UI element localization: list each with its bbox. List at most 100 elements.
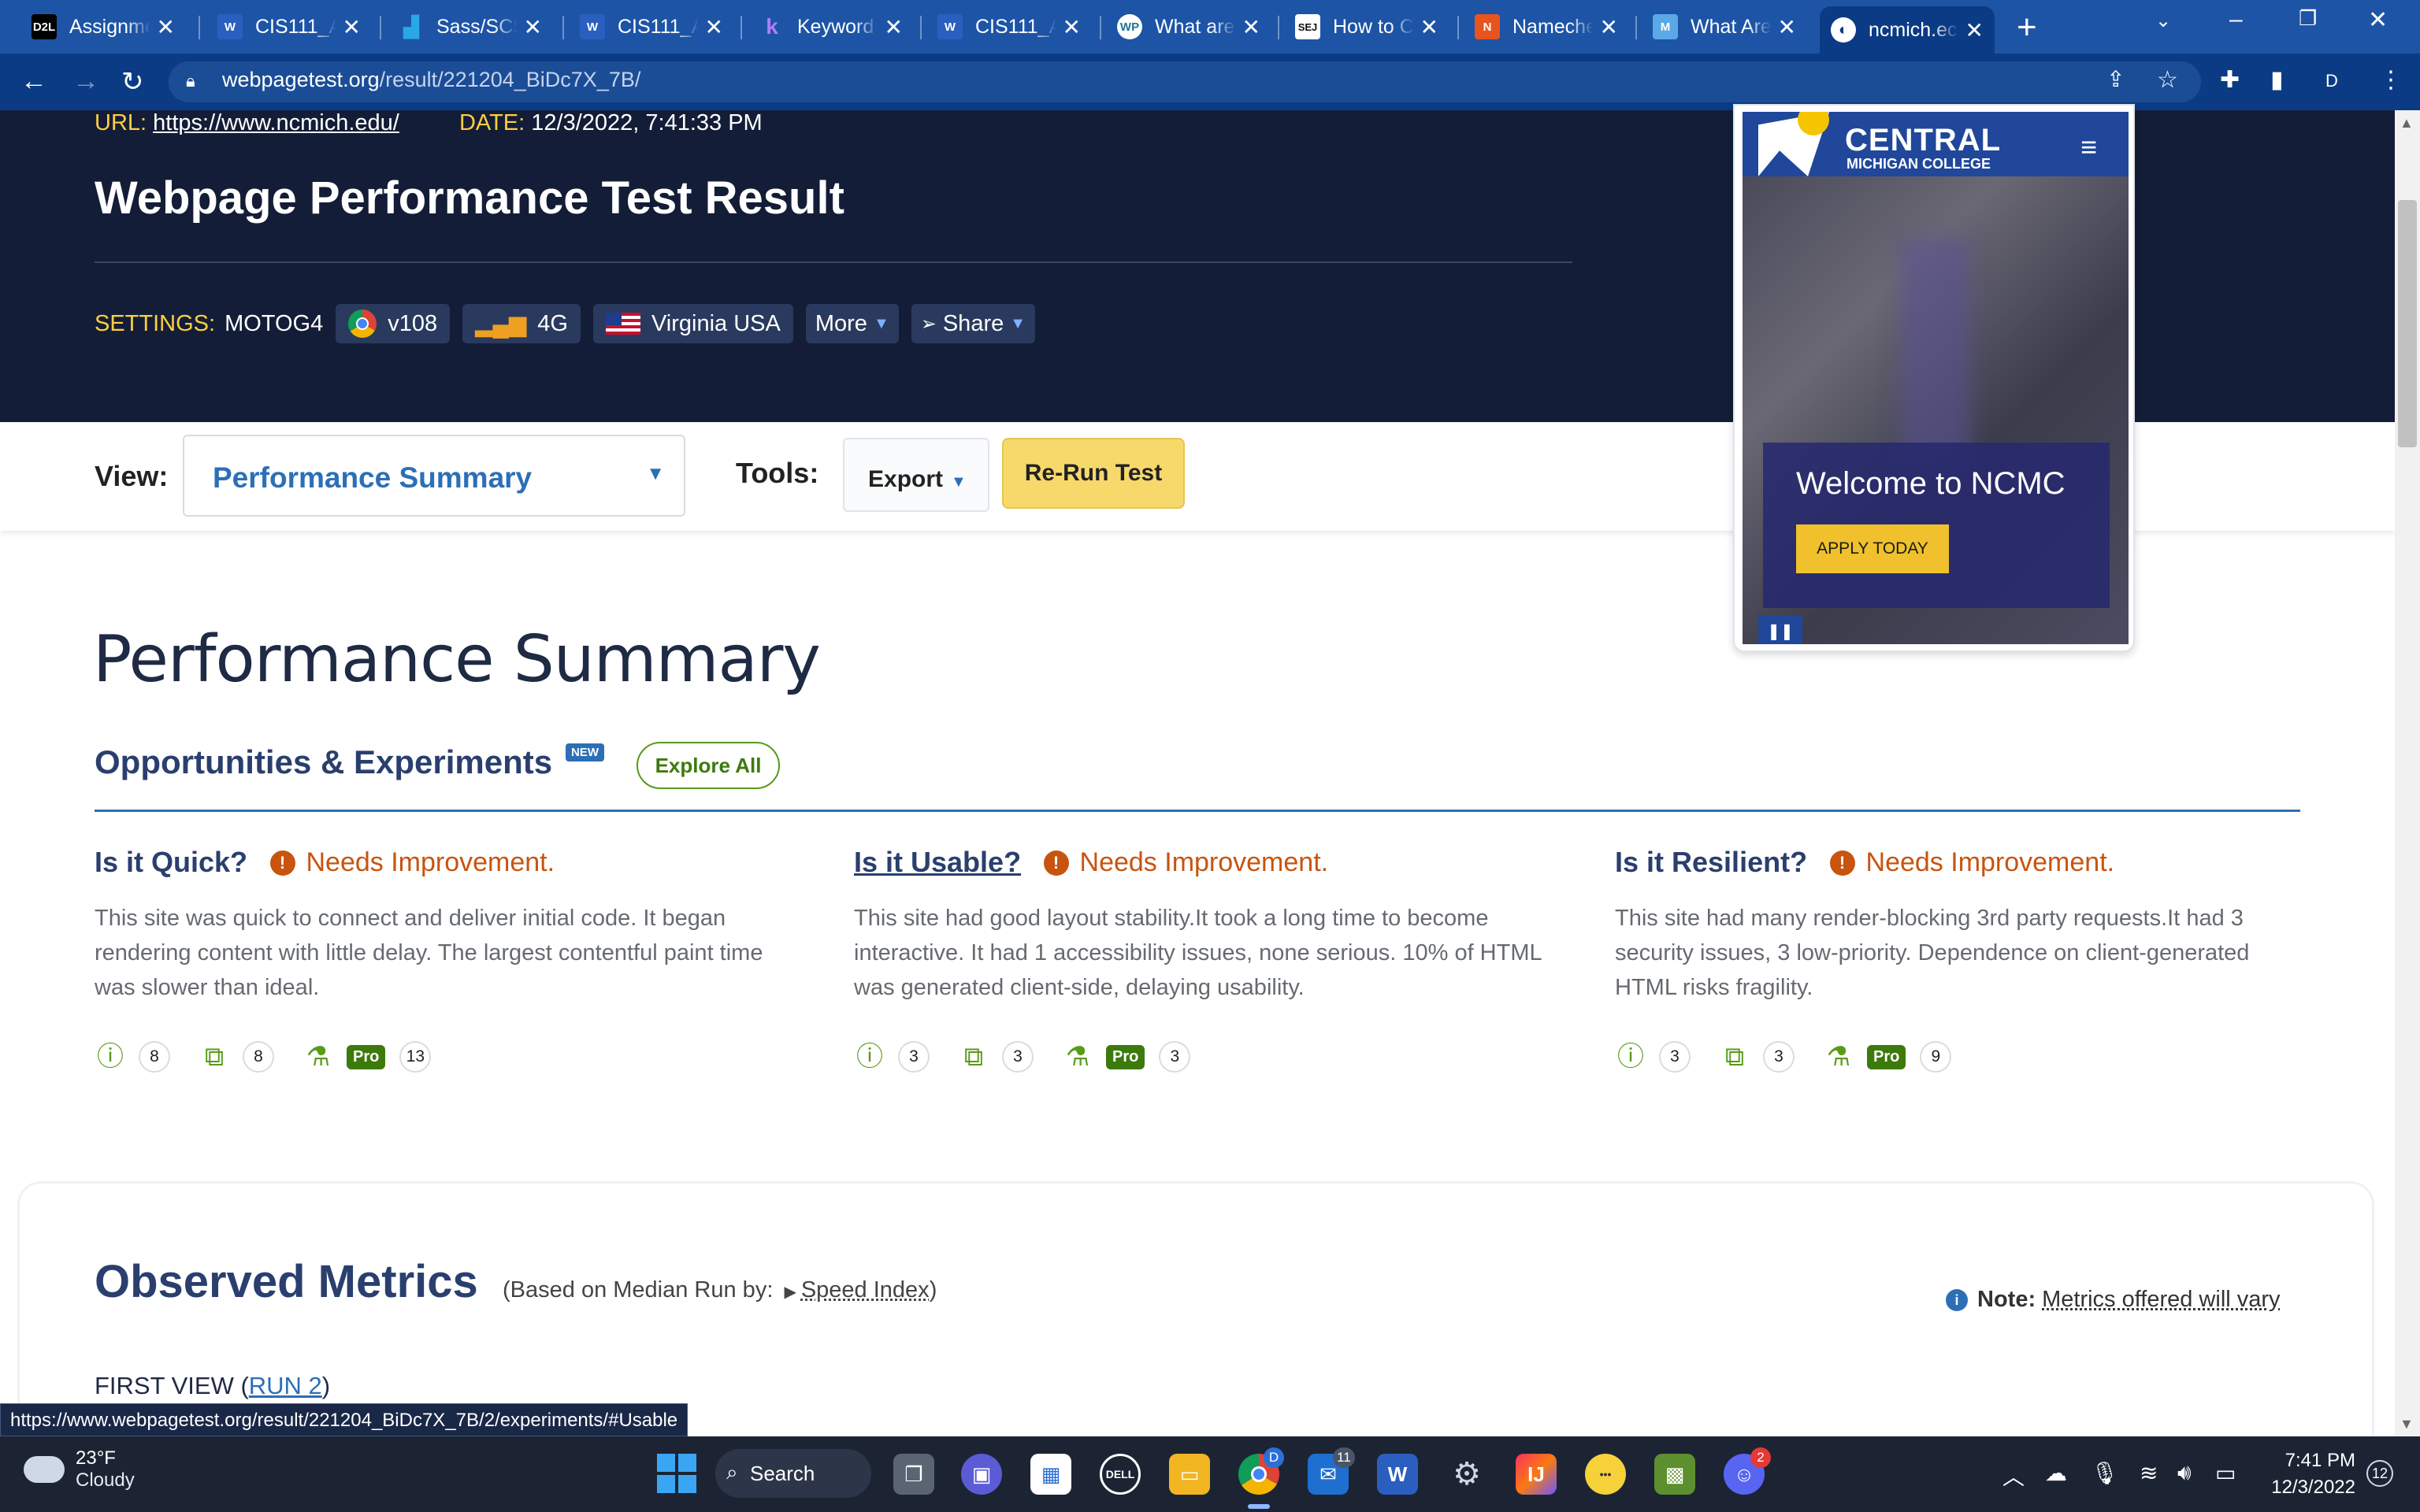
restore-icon[interactable]: ❐: [2299, 6, 2317, 31]
file-explorer-icon[interactable]: ▭: [1169, 1454, 1210, 1495]
rerun-test-button[interactable]: Re-Run Test: [1002, 438, 1185, 509]
browser-tab-9[interactable]: N Nameche ✕: [1464, 6, 1629, 47]
resilient-question[interactable]: Is it Resilient?: [1615, 846, 1807, 879]
section-divider: [95, 810, 2300, 812]
code-count[interactable]: ⧉ 3: [1719, 1041, 1795, 1073]
volume-icon[interactable]: 🔊︎: [2177, 1460, 2192, 1486]
code-count[interactable]: ⧉ 8: [199, 1041, 274, 1073]
close-tab-icon[interactable]: ✕: [1600, 14, 1618, 40]
word-favicon-icon: W: [937, 14, 963, 39]
close-tab-icon[interactable]: ✕: [1063, 14, 1081, 40]
scroll-up-arrow-icon[interactable]: ▲: [2400, 115, 2414, 132]
browser-tab-1[interactable]: D2L Assignme ✕: [20, 6, 186, 47]
close-tab-icon[interactable]: ✕: [1778, 14, 1796, 40]
close-tab-icon[interactable]: ✕: [1420, 14, 1438, 40]
browser-version: v108: [388, 310, 438, 336]
intellij-icon[interactable]: IJ: [1516, 1454, 1557, 1495]
share-dropdown[interactable]: ➢ Share ▼: [911, 304, 1036, 343]
code-count[interactable]: ⧉ 3: [958, 1041, 1034, 1073]
taskbar-search[interactable]: ⌕ Search: [715, 1449, 871, 1498]
back-icon[interactable]: ←: [20, 66, 47, 97]
close-window-icon[interactable]: ✕: [2368, 6, 2388, 34]
close-tab-icon[interactable]: ✕: [524, 14, 542, 40]
browser-tab-active[interactable]: ◐ ncmich.ec ✕: [1820, 6, 1995, 54]
onedrive-error-icon[interactable]: ☁: [2045, 1460, 2067, 1486]
keyword-favicon-icon: k: [766, 14, 778, 39]
store-icon[interactable]: ▦: [1030, 1454, 1071, 1495]
share-page-icon[interactable]: ⇪: [2106, 66, 2125, 92]
browser-tab-6[interactable]: W CIS111_A ✕: [926, 6, 1092, 47]
system-clock[interactable]: 7:41 PM 12/3/2022: [2259, 1447, 2355, 1501]
header-divider: [95, 261, 1572, 263]
weather-widget[interactable]: 23°F Cloudy: [24, 1447, 135, 1492]
minecraft-icon[interactable]: ▩: [1654, 1454, 1695, 1495]
close-tab-icon[interactable]: ✕: [1965, 17, 1984, 43]
hamburger-menu-icon: ≡: [2080, 131, 2097, 163]
scroll-down-arrow-icon[interactable]: ▼: [2400, 1416, 2414, 1432]
close-tab-icon[interactable]: ✕: [343, 14, 361, 40]
close-tab-icon[interactable]: ✕: [885, 14, 903, 40]
browser-tab-10[interactable]: M What Are ✕: [1642, 6, 1807, 47]
tab-title: What are: [1155, 15, 1235, 38]
more-dropdown[interactable]: More ▼: [805, 304, 899, 343]
extensions-icon[interactable]: ✚: [2220, 66, 2240, 94]
settings-gear-icon[interactable]: ⚙: [1446, 1454, 1487, 1495]
browser-tab-4[interactable]: W CIS111_A ✕: [569, 6, 734, 47]
pro-experiments-count[interactable]: ⚗ Pro 3: [1062, 1041, 1191, 1073]
browser-tab-5[interactable]: k Keyword ✕: [748, 6, 914, 47]
tips-count[interactable]: ⓘ 3: [854, 1041, 930, 1073]
pause-icon: ❚❚: [1758, 616, 1802, 644]
note-text[interactable]: Metrics offered will vary: [2042, 1287, 2280, 1313]
dell-icon[interactable]: DELL: [1100, 1454, 1141, 1495]
browser-tab-7[interactable]: WP What are ✕: [1106, 6, 1271, 47]
sticky-app-icon[interactable]: •••: [1585, 1454, 1626, 1495]
tab-separator: [740, 16, 742, 39]
more-menu-icon[interactable]: ⋮: [2379, 66, 2403, 94]
browser-tab-2[interactable]: W CIS111_A ✕: [206, 6, 372, 47]
word-favicon-icon: W: [217, 14, 243, 39]
tab-separator: [199, 16, 200, 39]
microphone-icon[interactable]: 🎙︎: [2091, 1460, 2119, 1486]
new-tab-button[interactable]: +: [2017, 8, 2037, 47]
usable-column: Is it Usable? ! Needs Improvement. This s…: [854, 846, 1547, 1073]
reload-icon[interactable]: ↻: [121, 66, 144, 98]
usable-question[interactable]: Is it Usable?: [854, 846, 1021, 879]
wifi-icon[interactable]: ≋: [2140, 1460, 2158, 1486]
search-icon: ⌕: [726, 1460, 738, 1484]
word-icon[interactable]: W: [1377, 1454, 1418, 1495]
run-2-link[interactable]: RUN 2: [249, 1372, 322, 1399]
mail-badge: 11: [1333, 1447, 1355, 1468]
explore-all-button[interactable]: Explore All: [637, 742, 780, 789]
tab-search-chevron-icon[interactable]: ⌄: [2155, 9, 2171, 32]
start-button[interactable]: [657, 1454, 696, 1493]
browser-tab-8[interactable]: SEJ How to C ✕: [1284, 6, 1449, 47]
forward-icon[interactable]: →: [72, 66, 99, 97]
tips-count[interactable]: ⓘ 8: [95, 1041, 170, 1073]
address-url[interactable]: webpagetest.org/result/221204_BiDc7X_7B/: [222, 68, 640, 92]
chat-icon[interactable]: ▣: [961, 1454, 1002, 1495]
export-button[interactable]: Export ▼: [843, 438, 989, 512]
view-select[interactable]: Performance Summary ▼: [183, 435, 685, 517]
page-title: Webpage Performance Test Result: [95, 172, 844, 224]
minimize-icon[interactable]: –: [2229, 6, 2243, 33]
tips-count[interactable]: ⓘ 3: [1615, 1041, 1691, 1073]
quick-question[interactable]: Is it Quick?: [95, 846, 247, 879]
side-panel-icon[interactable]: ▮: [2270, 66, 2284, 94]
tray-chevron-icon[interactable]: ︿: [2002, 1460, 2025, 1492]
pro-experiments-count[interactable]: ⚗ Pro 9: [1823, 1041, 1952, 1073]
profile-avatar[interactable]: D: [2325, 71, 2338, 91]
bookmark-star-icon[interactable]: ☆: [2157, 66, 2178, 94]
speed-index-link[interactable]: Speed Index: [801, 1277, 930, 1303]
task-view-icon[interactable]: ❐: [893, 1454, 934, 1495]
info-bubble-icon: ⓘ: [97, 1042, 124, 1072]
scrollbar-thumb[interactable]: [2398, 200, 2417, 447]
browser-tab-3[interactable]: ▟ Sass/SCSS ✕: [388, 6, 553, 47]
close-tab-icon[interactable]: ✕: [705, 14, 723, 40]
tested-url-link[interactable]: https://www.ncmich.edu/: [153, 110, 399, 135]
close-tab-icon[interactable]: ✕: [1242, 14, 1260, 40]
pro-experiments-count[interactable]: ⚗ Pro 13: [302, 1041, 432, 1073]
notification-center-badge[interactable]: 12: [2366, 1460, 2393, 1487]
close-tab-icon[interactable]: ✕: [157, 14, 175, 40]
status-text: Needs Improvement.: [1079, 847, 1329, 877]
battery-icon[interactable]: ▭: [2215, 1460, 2236, 1486]
